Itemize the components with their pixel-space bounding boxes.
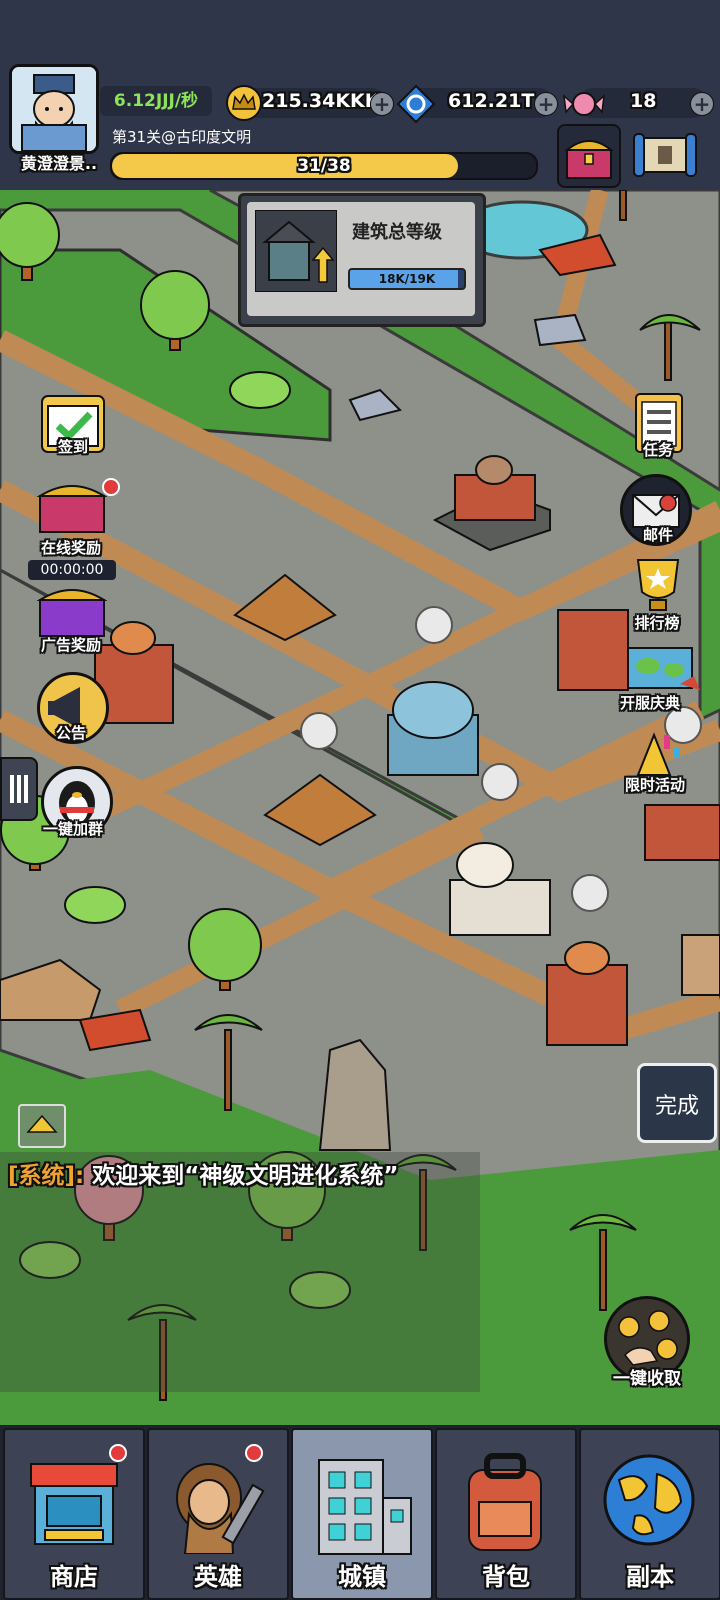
notification-dot xyxy=(245,1444,263,1462)
chat-sender: [系统]: xyxy=(8,1163,85,1189)
limited-event-label: 限时活动 xyxy=(624,776,685,794)
chevron-up-icon xyxy=(26,1114,58,1133)
level-progress-bar: 31/38 xyxy=(110,152,538,180)
gem-icon xyxy=(396,84,436,124)
nav-backpack[interactable]: 背包 xyxy=(435,1428,577,1600)
join-group-label: 一键加群 xyxy=(42,820,103,838)
world-map-icon xyxy=(627,647,700,690)
building-level-badge[interactable] xyxy=(481,763,519,801)
treasure-chest-icon xyxy=(564,140,614,179)
complete-quest-button[interactable]: 完成 xyxy=(637,1063,717,1143)
treasure-chest-button[interactable] xyxy=(557,124,621,188)
nav-heroes[interactable]: 英雄 xyxy=(147,1428,289,1600)
nav-shop-label: 商店 xyxy=(50,1563,98,1591)
trophy-icon xyxy=(636,559,680,611)
top-status-bar: 黄澄澄景.. 6.12JJJ/秒 215.34KKK + 612.21T + 1… xyxy=(0,0,720,190)
ranking-label: 排行榜 xyxy=(634,614,680,632)
backpack-icon xyxy=(468,1453,542,1551)
checkin-label: 签到 xyxy=(57,438,88,456)
chat-message: [系统]: 欢迎来到“神级文明进化系统” xyxy=(8,1156,398,1190)
crown-icon xyxy=(226,85,262,121)
level-progress-text: 31/38 xyxy=(297,156,351,176)
globe-icon xyxy=(603,1454,695,1546)
gem-amount: 612.21T xyxy=(448,90,535,112)
candy-icon xyxy=(563,92,605,116)
drawer-bars-icon xyxy=(10,775,28,803)
scroll-map-button[interactable] xyxy=(630,124,700,184)
mail-label: 邮件 xyxy=(642,526,673,544)
server-celebration-label: 开服庆典 xyxy=(619,694,680,712)
nav-backpack-label: 背包 xyxy=(482,1563,530,1591)
nav-town-label: 城镇 xyxy=(338,1563,386,1591)
notification-dot xyxy=(102,478,120,496)
add-crown-button[interactable]: + xyxy=(370,92,394,116)
building-level-badge[interactable] xyxy=(415,606,453,644)
add-gem-button[interactable]: + xyxy=(534,92,558,116)
building-level-panel[interactable] xyxy=(238,193,486,327)
notification-dot xyxy=(109,1444,127,1462)
house-upgrade-icon xyxy=(255,210,337,292)
scroll-icon xyxy=(633,133,697,177)
player-name: 黄澄澄景.. xyxy=(20,154,98,173)
nav-town[interactable]: 城镇 xyxy=(291,1428,433,1600)
building-level-badge[interactable] xyxy=(300,712,338,750)
building-level-title: 建筑总等级 xyxy=(352,222,442,243)
ad-reward-label: 广告奖励 xyxy=(40,636,101,654)
level-label: 第31关@古印度文明 xyxy=(112,128,252,146)
income-rate: 6.12JJJ/秒 xyxy=(100,86,212,116)
online-reward-label: 在线奖励 xyxy=(40,539,101,557)
nav-dungeon-label: 副本 xyxy=(626,1563,674,1591)
candy-amount: 18 xyxy=(630,90,657,112)
building-level-progress: 18K/19K xyxy=(348,268,466,290)
chat-expand-button[interactable] xyxy=(18,1104,66,1148)
collect-all-label: 一键收取 xyxy=(613,1369,681,1389)
add-candy-button[interactable]: + xyxy=(690,92,714,116)
tasks-label: 任务 xyxy=(642,441,673,459)
player-avatar[interactable] xyxy=(9,64,99,154)
building-level-badge[interactable] xyxy=(571,874,609,912)
online-reward-timer: 00:00:00 xyxy=(28,560,116,580)
nav-heroes-label: 英雄 xyxy=(194,1563,242,1591)
building-level-progress-text: 18K/19K xyxy=(378,272,436,286)
nav-shop[interactable]: 商店 xyxy=(3,1428,145,1600)
ad-chest-icon xyxy=(36,589,108,637)
complete-label: 完成 xyxy=(654,1094,699,1119)
side-drawer-handle[interactable] xyxy=(0,757,38,821)
shop-icon xyxy=(30,1463,118,1545)
notice-label: 公告 xyxy=(55,724,86,742)
treasure-chest-icon xyxy=(36,485,108,533)
nav-dungeon[interactable]: 副本 xyxy=(579,1428,720,1600)
town-buildings-icon xyxy=(318,1459,412,1555)
chat-text: 欢迎来到“神级文明进化系统” xyxy=(84,1163,399,1189)
caveman-hero-icon xyxy=(176,1463,265,1554)
party-popper-icon xyxy=(636,732,680,776)
crown-amount: 215.34KKK xyxy=(262,90,380,112)
